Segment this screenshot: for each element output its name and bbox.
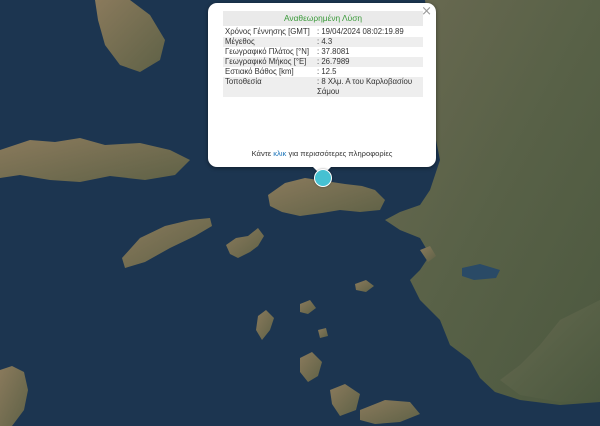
magnitude-value: : 4.3 [317,37,333,46]
more-info-prefix: Κάντε [251,149,272,158]
location-value: : 8 Χλμ. Α του Καρλοβασίου Σάμου [317,77,413,96]
origin-time-label: Χρόνος Γέννησης [GMT] [225,27,310,36]
magnitude-label: Μέγεθος [225,37,255,46]
more-info-link[interactable]: κλικ [273,149,286,158]
longitude-value: : 26.7989 [317,57,350,66]
popup-title: Αναθεωρημένη Λύση [223,11,423,26]
origin-time-value: : 19/04/2024 08:02:19.89 [317,27,404,36]
table-row: Χρόνος Γέννησης [GMT] : 19/04/2024 08:02… [223,27,423,37]
depth-value: : 12.5 [317,67,337,76]
more-info-line: Κάντε κλικ για περισσότερες πληροφορίες [208,149,436,158]
earthquake-epicenter-marker[interactable] [314,169,332,187]
location-label: Τοποθεσία [225,77,262,86]
earthquake-info-popup: × Αναθεωρημένη Λύση Χρόνος Γέννησης [GMT… [208,3,436,167]
earthquake-info-table: Χρόνος Γέννησης [GMT] : 19/04/2024 08:02… [223,27,423,97]
table-row: Μέγεθος : 4.3 [223,37,423,47]
longitude-label: Γεωγραφικό Μήκος [°E] [225,57,307,66]
latitude-value: : 37.8081 [317,47,350,56]
depth-label: Εστιακό Βάθος [km] [225,67,294,76]
table-row: Γεωγραφικό Πλάτος [°N] : 37.8081 [223,47,423,57]
table-row: Τοποθεσία : 8 Χλμ. Α του Καρλοβασίου Σάμ… [223,77,423,97]
table-row: Γεωγραφικό Μήκος [°E] : 26.7989 [223,57,423,67]
more-info-suffix: για περισσότερες πληροφορίες [288,149,393,158]
table-row: Εστιακό Βάθος [km] : 12.5 [223,67,423,77]
latitude-label: Γεωγραφικό Πλάτος [°N] [225,47,310,56]
